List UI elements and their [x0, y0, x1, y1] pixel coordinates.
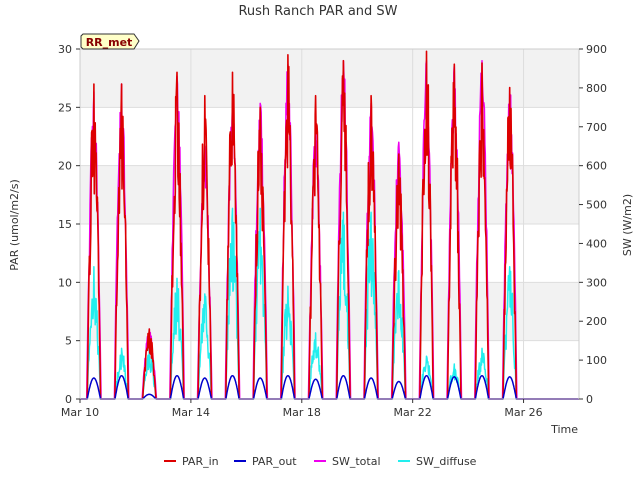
legend-label: PAR_out — [252, 455, 297, 468]
left-axis-label: PAR (umol/m2/s) — [8, 179, 21, 271]
legend: PAR_in PAR_out SW_total SW_diffuse — [164, 455, 477, 468]
x-tick-label: Mar 18 — [283, 406, 321, 419]
x-tick-label: Mar 10 — [61, 406, 99, 419]
chart-title: Rush Ranch PAR and SW — [238, 4, 397, 19]
x-tick-label: Mar 22 — [394, 406, 432, 419]
background-band — [80, 165, 579, 224]
right-tick-label: 0 — [586, 393, 593, 406]
right-tick-label: 200 — [586, 315, 607, 328]
left-tick-label: 30 — [58, 43, 72, 56]
background-band — [80, 49, 579, 108]
right-tick-label: 100 — [586, 354, 607, 367]
left-axis-ticks: 0 5 10 15 20 25 30 — [58, 43, 80, 406]
site-badge: RR_met — [80, 33, 140, 50]
left-tick-label: 5 — [65, 335, 72, 348]
left-tick-label: 0 — [65, 393, 72, 406]
left-tick-label: 15 — [58, 218, 72, 231]
right-axis-label: SW (W/m2) — [621, 194, 634, 256]
left-tick-label: 25 — [58, 101, 72, 114]
x-tick-label: Mar 14 — [172, 406, 210, 419]
chart: 0 5 10 15 20 25 30 0 100 200 300 400 500 600 700 800 90… — [8, 4, 634, 468]
left-tick-label: 10 — [58, 276, 72, 289]
legend-label: PAR_in — [182, 455, 219, 468]
right-tick-label: 900 — [586, 43, 607, 56]
x-tick-label: Mar 26 — [504, 406, 542, 419]
right-tick-label: 500 — [586, 199, 607, 212]
background-band — [80, 107, 579, 166]
left-tick-label: 20 — [58, 160, 72, 173]
legend-label: SW_total — [332, 455, 381, 468]
right-tick-label: 800 — [586, 82, 607, 95]
right-axis-ticks: 0 100 200 300 400 500 600 700 800 900 — [579, 43, 607, 406]
x-axis-ticks: Mar 10 Mar 14 Mar 18 Mar 22 Mar 26 — [61, 399, 543, 419]
right-tick-label: 700 — [586, 121, 607, 134]
x-axis-label: Time — [550, 423, 578, 436]
right-tick-label: 300 — [586, 276, 607, 289]
right-tick-label: 400 — [586, 237, 607, 250]
site-badge-label: RR_met — [86, 36, 133, 49]
legend-label: SW_diffuse — [416, 455, 477, 468]
right-tick-label: 600 — [586, 160, 607, 173]
